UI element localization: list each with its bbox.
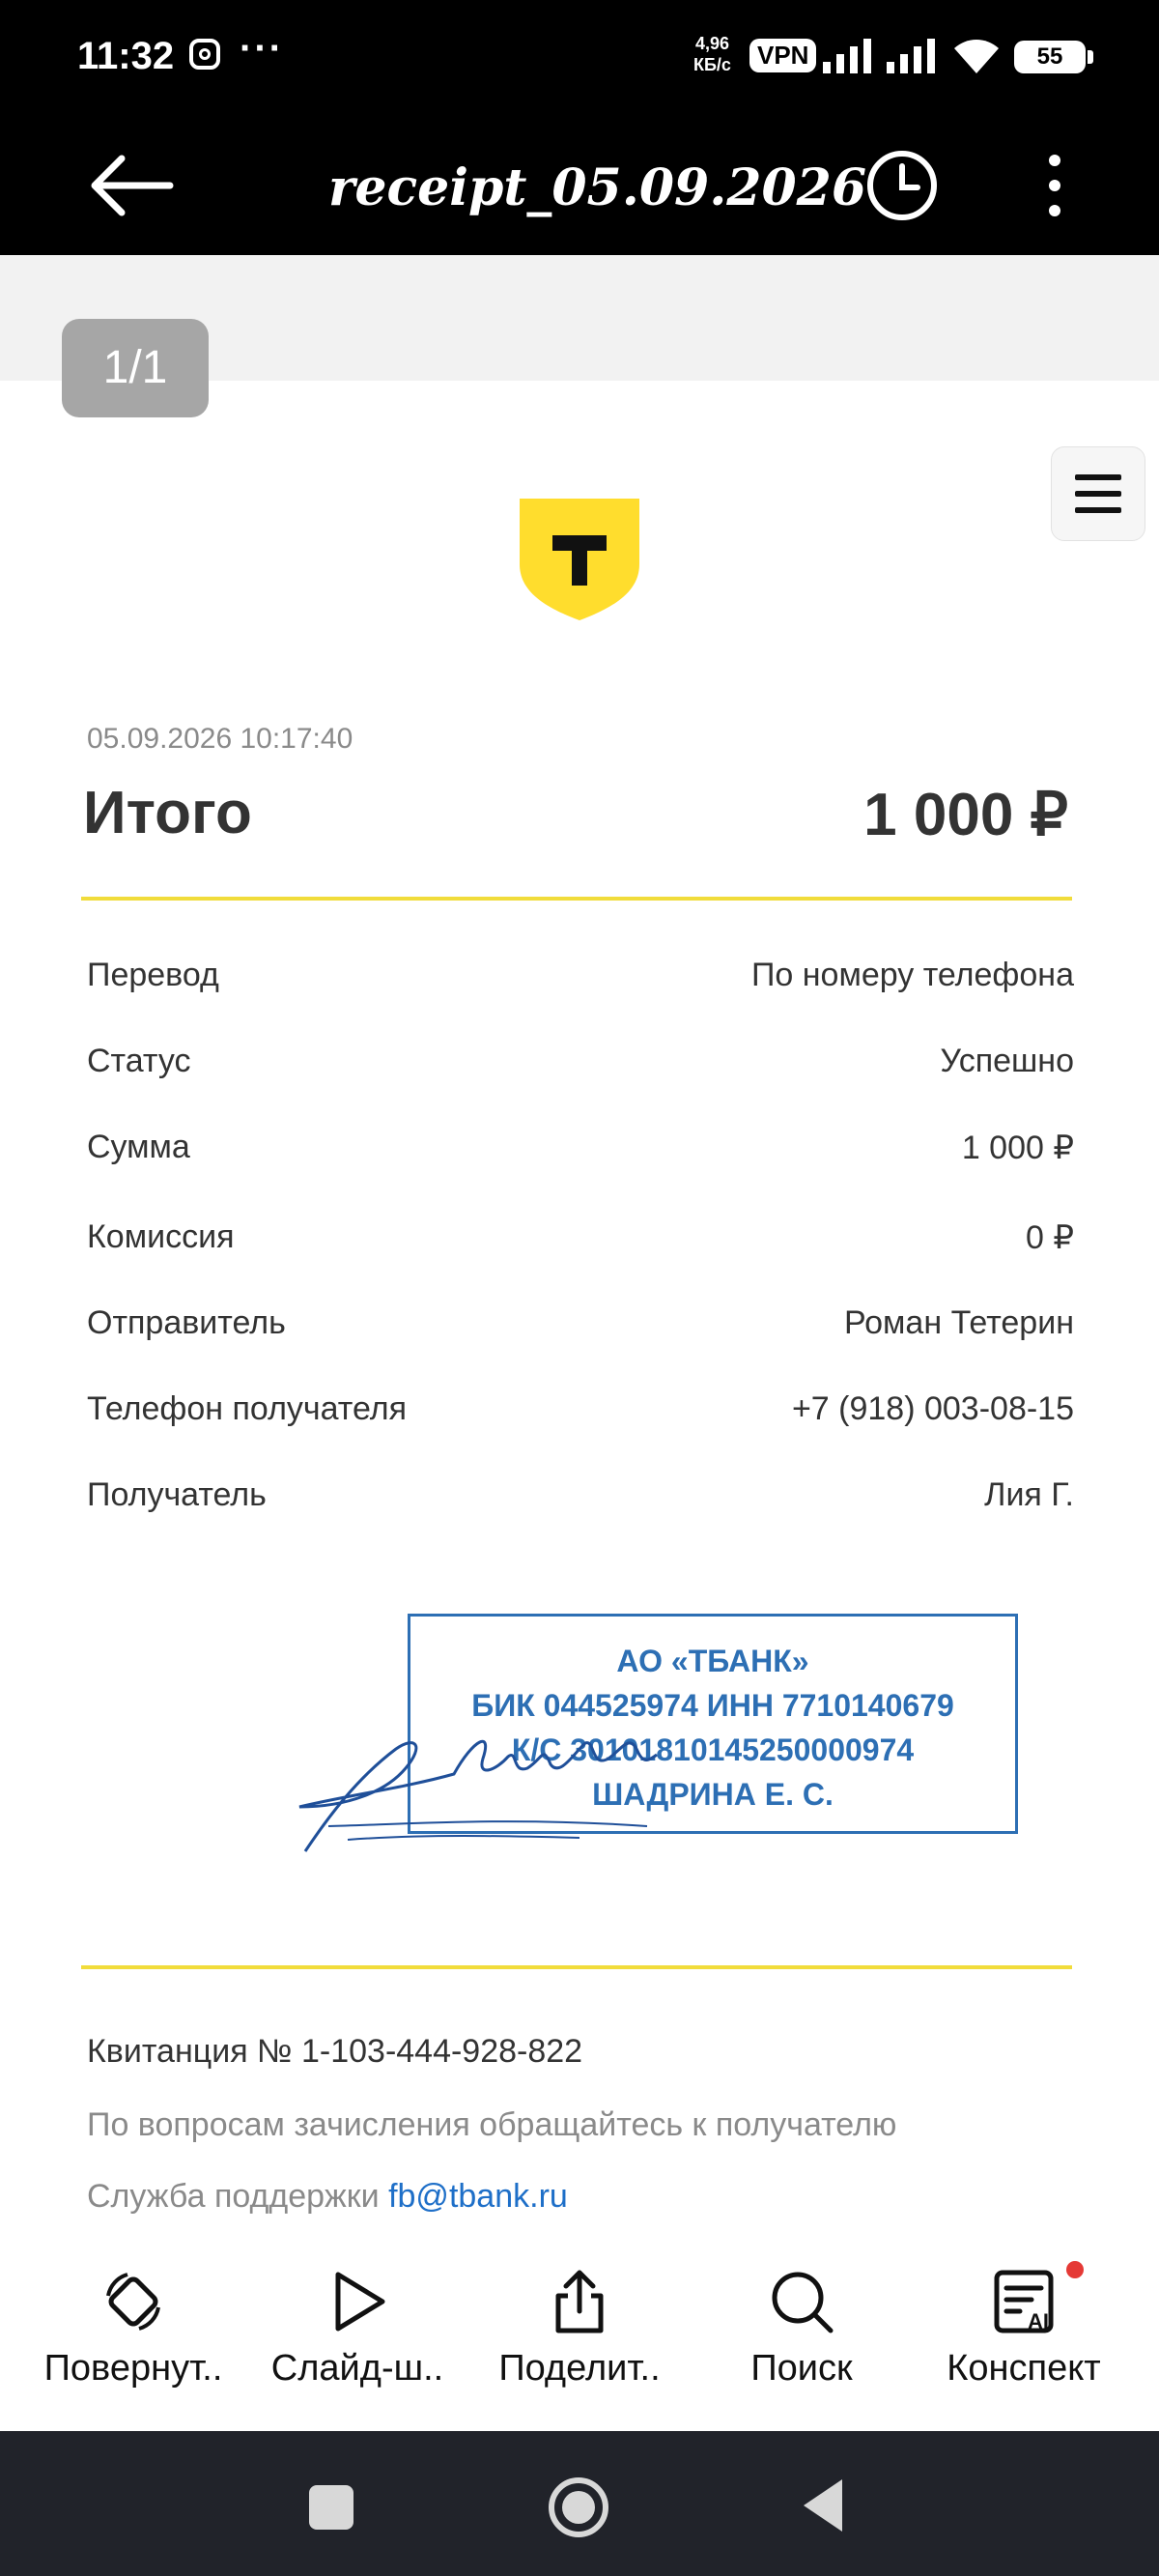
row-label: Сумма — [87, 1129, 190, 1165]
row-value: 1 000 ₽ — [961, 1130, 1074, 1166]
rotate-icon — [106, 2273, 160, 2331]
receipt-row: Отправитель Роман Тетерин — [87, 1304, 1074, 1362]
divider — [81, 897, 1072, 901]
total-value: 1 000 ₽ — [863, 782, 1068, 848]
summary-button[interactable]: AI Конспект — [908, 2247, 1140, 2431]
search-button[interactable]: Поиск — [686, 2247, 918, 2431]
row-label: Перевод — [87, 957, 219, 993]
row-value: 0 ₽ — [1026, 1219, 1074, 1256]
network-speed-unit: КБ/с — [693, 55, 731, 74]
row-label: Отправитель — [87, 1304, 286, 1341]
support-email-link[interactable]: fb@tbank.ru — [388, 2178, 568, 2215]
receipt-row: Сумма 1 000 ₽ — [87, 1129, 1074, 1187]
slideshow-label: Слайд-ш.. — [270, 2348, 444, 2389]
receipt-row: Комиссия 0 ₽ — [87, 1218, 1074, 1276]
row-label: Получатель — [87, 1476, 267, 1513]
system-nav-bar — [0, 2431, 1159, 2576]
receipt-row: Перевод По номеру телефона — [87, 957, 1074, 1015]
bottom-toolbar: Повернут.. Слайд-ш.. Поделит.. Поиск AI … — [0, 2247, 1159, 2431]
row-label: Комиссия — [87, 1218, 235, 1255]
svg-text:AI: AI — [1028, 2309, 1049, 2333]
row-label: Телефон получателя — [87, 1390, 408, 1427]
back-triangle-icon[interactable] — [800, 2477, 844, 2533]
rotate-label: Повернут.. — [43, 2348, 223, 2389]
more-vertical-icon[interactable] — [1043, 153, 1066, 218]
search-label: Поиск — [750, 2348, 853, 2389]
status-time: 11:32 — [77, 35, 175, 77]
divider — [81, 1965, 1072, 1969]
row-value: По номеру телефона — [750, 957, 1074, 993]
support-label: Служба поддержки — [87, 2178, 389, 2215]
share-icon — [555, 2270, 604, 2333]
slideshow-button[interactable]: Слайд-ш.. — [241, 2247, 473, 2431]
instagram-icon — [189, 39, 220, 70]
row-value: +7 (918) 003-08-15 — [791, 1390, 1074, 1427]
page-indicator: 1/1 — [62, 319, 209, 417]
notification-dot — [1066, 2261, 1084, 2278]
stamp-line: АО «ТБАНК» — [616, 1644, 809, 1678]
network-speed: 4,96 КБ/с — [693, 33, 731, 75]
receipt-row: Телефон получателя +7 (918) 003-08-15 — [87, 1390, 1074, 1448]
battery-icon: 55 — [1014, 41, 1093, 73]
summary-label: Конспект — [947, 2348, 1101, 2389]
receipt-number: Квитанция № 1-103-444-928-822 — [87, 2033, 583, 2070]
home-icon[interactable] — [547, 2476, 610, 2539]
play-icon — [335, 2272, 385, 2332]
more-notifications-icon: ··· — [240, 27, 284, 70]
network-speed-value: 4,96 — [694, 34, 729, 53]
document-title: receipt_05.09.2026 — [328, 158, 867, 217]
total-label: Итого — [83, 780, 252, 846]
vpn-badge: VPN — [749, 39, 817, 72]
row-label: Статус — [87, 1043, 191, 1079]
status-bar: 11:32 ··· 4,96 КБ/с VPN 55 — [0, 0, 1159, 116]
search-icon — [772, 2272, 834, 2333]
back-arrow-icon[interactable] — [87, 153, 174, 218]
tbank-logo — [520, 499, 639, 620]
row-value: Роман Тетерин — [843, 1304, 1074, 1341]
row-value: Успешно — [940, 1043, 1074, 1079]
receipt-row: Получатель Лия Г. — [87, 1476, 1074, 1534]
clock-icon[interactable] — [865, 149, 939, 222]
share-label: Поделит.. — [498, 2348, 661, 2389]
signal-icon-2 — [887, 39, 935, 73]
wifi-icon — [954, 40, 999, 73]
transaction-datetime: 05.09.2026 10:17:40 — [87, 723, 353, 755]
summary-ai-icon: AI — [994, 2270, 1054, 2333]
signal-icon — [823, 39, 871, 73]
app-bar: receipt_05.09.2026 — [0, 116, 1159, 255]
support-line: Служба поддержки fb@tbank.ru — [87, 2178, 568, 2216]
recents-icon[interactable] — [309, 2485, 353, 2530]
receipt-row: Статус Успешно — [87, 1043, 1074, 1101]
rotate-button[interactable]: Повернут.. — [17, 2247, 249, 2431]
row-value: Лия Г. — [984, 1476, 1074, 1513]
share-button[interactable]: Поделит.. — [464, 2247, 695, 2431]
receipt-note: По вопросам зачисления обращайтесь к пол… — [87, 2106, 897, 2143]
signature-image — [298, 1739, 658, 1852]
menu-icon[interactable] — [1051, 446, 1145, 541]
